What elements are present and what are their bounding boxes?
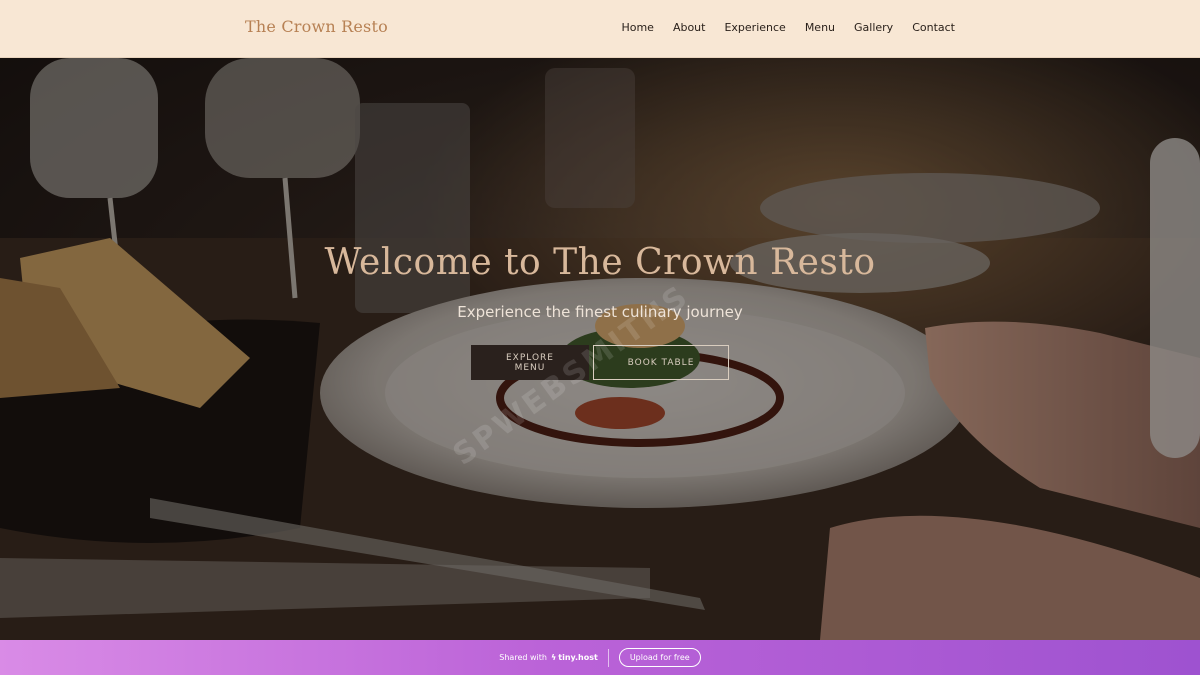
nav-menu[interactable]: Menu	[805, 21, 835, 34]
divider	[607, 648, 609, 667]
hero-content: Welcome to The Crown Resto Experience th…	[300, 236, 900, 380]
shared-text: Shared with	[499, 653, 547, 662]
nav-contact[interactable]: Contact	[912, 21, 955, 34]
hero-subtitle: Experience the finest culinary journey	[457, 303, 743, 321]
share-banner: Shared with ϟ tiny.host Upload for free	[0, 640, 1200, 675]
upload-for-free-button[interactable]: Upload for free	[618, 648, 701, 667]
lightning-icon: ϟ	[550, 653, 557, 662]
brand-name: tiny.host	[558, 653, 598, 662]
hero-title: Welcome to The Crown Resto	[324, 242, 876, 283]
tinyhost-brand[interactable]: ϟ tiny.host	[551, 653, 598, 662]
nav-gallery[interactable]: Gallery	[854, 21, 893, 34]
nav-home[interactable]: Home	[621, 21, 653, 34]
nav-about[interactable]: About	[673, 21, 706, 34]
nav-experience[interactable]: Experience	[724, 21, 785, 34]
site-header: The Crown Resto Home About Experience Me…	[0, 0, 1200, 58]
shared-with-label: Shared with ϟ tiny.host	[499, 653, 598, 662]
hero-buttons: EXPLORE MENU BOOK TABLE	[300, 345, 900, 380]
explore-menu-button[interactable]: EXPLORE MENU	[471, 345, 589, 380]
main-nav: Home About Experience Menu Gallery Conta…	[621, 21, 955, 34]
book-table-button[interactable]: BOOK TABLE	[593, 345, 729, 380]
hero-section: Welcome to The Crown Resto Experience th…	[0, 58, 1200, 640]
site-logo[interactable]: The Crown Resto	[245, 17, 388, 36]
